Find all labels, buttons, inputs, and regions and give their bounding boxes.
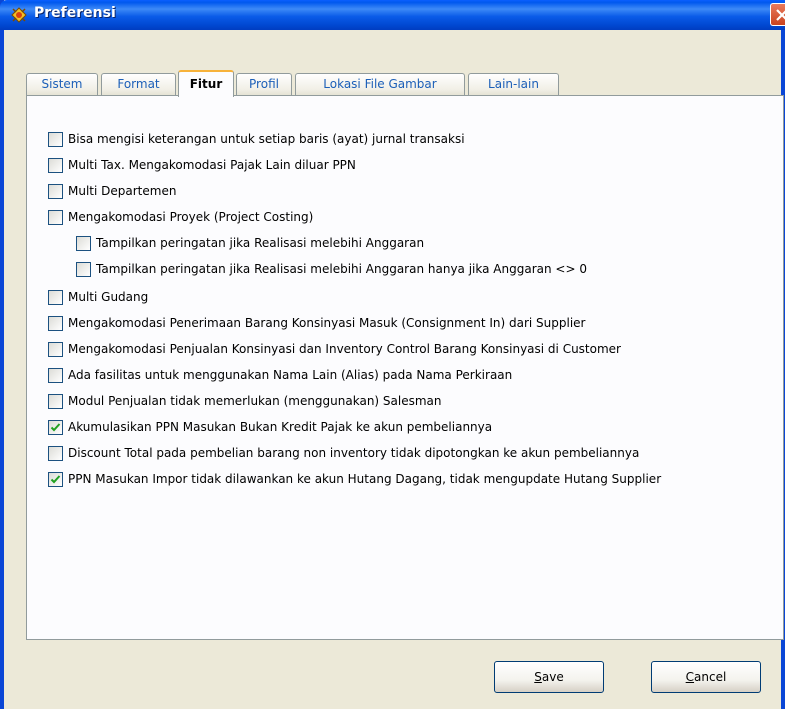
checkbox[interactable]	[48, 131, 63, 147]
checkbox-checked[interactable]	[48, 471, 63, 487]
option-row[interactable]: Tampilkan peringatan jika Realisasi mele…	[76, 259, 587, 279]
checkbox[interactable]	[48, 445, 63, 461]
option-label: Multi Tax. Mengakomodasi Pajak Lain dilu…	[68, 158, 356, 172]
checkbox[interactable]	[48, 393, 63, 409]
save-button[interactable]: Save	[494, 661, 604, 693]
cancel-button[interactable]: Cancel	[651, 661, 761, 693]
tab-format[interactable]: Format	[101, 73, 176, 96]
option-label: Modul Penjualan tidak memerlukan (menggu…	[68, 394, 442, 408]
tab-strip: Sistem Format Fitur Profil Lokasi File G…	[26, 70, 785, 97]
option-row[interactable]: Ada fasilitas untuk menggunakan Nama Lai…	[48, 365, 512, 385]
checkbox[interactable]	[76, 235, 91, 251]
checkbox[interactable]	[48, 157, 63, 173]
option-label: Bisa mengisi keterangan untuk setiap bar…	[68, 132, 465, 146]
checkbox[interactable]	[76, 261, 91, 277]
option-row[interactable]: Modul Penjualan tidak memerlukan (menggu…	[48, 391, 442, 411]
option-row[interactable]: Mengakomodasi Penerimaan Barang Konsinya…	[48, 313, 586, 333]
option-label: Multi Gudang	[68, 290, 149, 304]
option-label: Akumulasikan PPN Masukan Bukan Kredit Pa…	[68, 420, 493, 434]
option-label: Mengakomodasi Proyek (Project Costing)	[68, 210, 314, 224]
option-row[interactable]: PPN Masukan Impor tidak dilawankan ke ak…	[48, 469, 661, 489]
app-icon	[10, 6, 28, 24]
option-row[interactable]: Mengakomodasi Penjualan Konsinyasi dan I…	[48, 339, 621, 359]
option-row[interactable]: Discount Total pada pembelian barang non…	[48, 443, 639, 463]
option-label: PPN Masukan Impor tidak dilawankan ke ak…	[68, 472, 662, 486]
checkbox[interactable]	[48, 367, 63, 383]
option-row[interactable]: Tampilkan peringatan jika Realisasi mele…	[76, 233, 424, 253]
checkbox-checked[interactable]	[48, 419, 63, 435]
checkbox[interactable]	[48, 341, 63, 357]
window-title: Preferensi	[34, 5, 116, 21]
close-icon	[776, 9, 785, 21]
tab-profil[interactable]: Profil	[236, 73, 292, 96]
option-label: Multi Departemen	[68, 184, 177, 198]
checkbox[interactable]	[48, 209, 63, 225]
option-row[interactable]: Multi Gudang	[48, 287, 148, 307]
preferences-window: Preferensi Sistem Format Fitur Profil Lo…	[0, 0, 785, 709]
option-row[interactable]: Akumulasikan PPN Masukan Bukan Kredit Pa…	[48, 417, 492, 437]
tab-lain-lain[interactable]: Lain-lain	[468, 73, 559, 96]
option-row[interactable]: Mengakomodasi Proyek (Project Costing)	[48, 207, 313, 227]
checkbox[interactable]	[48, 289, 63, 305]
option-row[interactable]: Bisa mengisi keterangan untuk setiap bar…	[48, 129, 465, 149]
option-label: Tampilkan peringatan jika Realisasi mele…	[96, 236, 425, 250]
tab-sistem[interactable]: Sistem	[26, 73, 98, 96]
tab-fitur[interactable]: Fitur	[178, 70, 234, 97]
checkbox[interactable]	[48, 315, 63, 331]
check-icon	[50, 422, 61, 431]
option-label: Mengakomodasi Penjualan Konsinyasi dan I…	[68, 342, 621, 356]
title-bar[interactable]: Preferensi	[0, 0, 785, 30]
option-row[interactable]: Multi Tax. Mengakomodasi Pajak Lain dilu…	[48, 155, 356, 175]
checkbox[interactable]	[48, 183, 63, 199]
tab-lokasi-file-gambar[interactable]: Lokasi File Gambar	[295, 73, 465, 96]
option-row[interactable]: Multi Departemen	[48, 181, 176, 201]
option-label: Discount Total pada pembelian barang non…	[68, 446, 640, 460]
check-icon	[50, 474, 61, 483]
option-label: Mengakomodasi Penerimaan Barang Konsinya…	[68, 316, 586, 330]
option-label: Tampilkan peringatan jika Realisasi mele…	[96, 262, 587, 276]
option-label: Ada fasilitas untuk menggunakan Nama Lai…	[68, 368, 513, 382]
close-button[interactable]	[770, 3, 785, 26]
